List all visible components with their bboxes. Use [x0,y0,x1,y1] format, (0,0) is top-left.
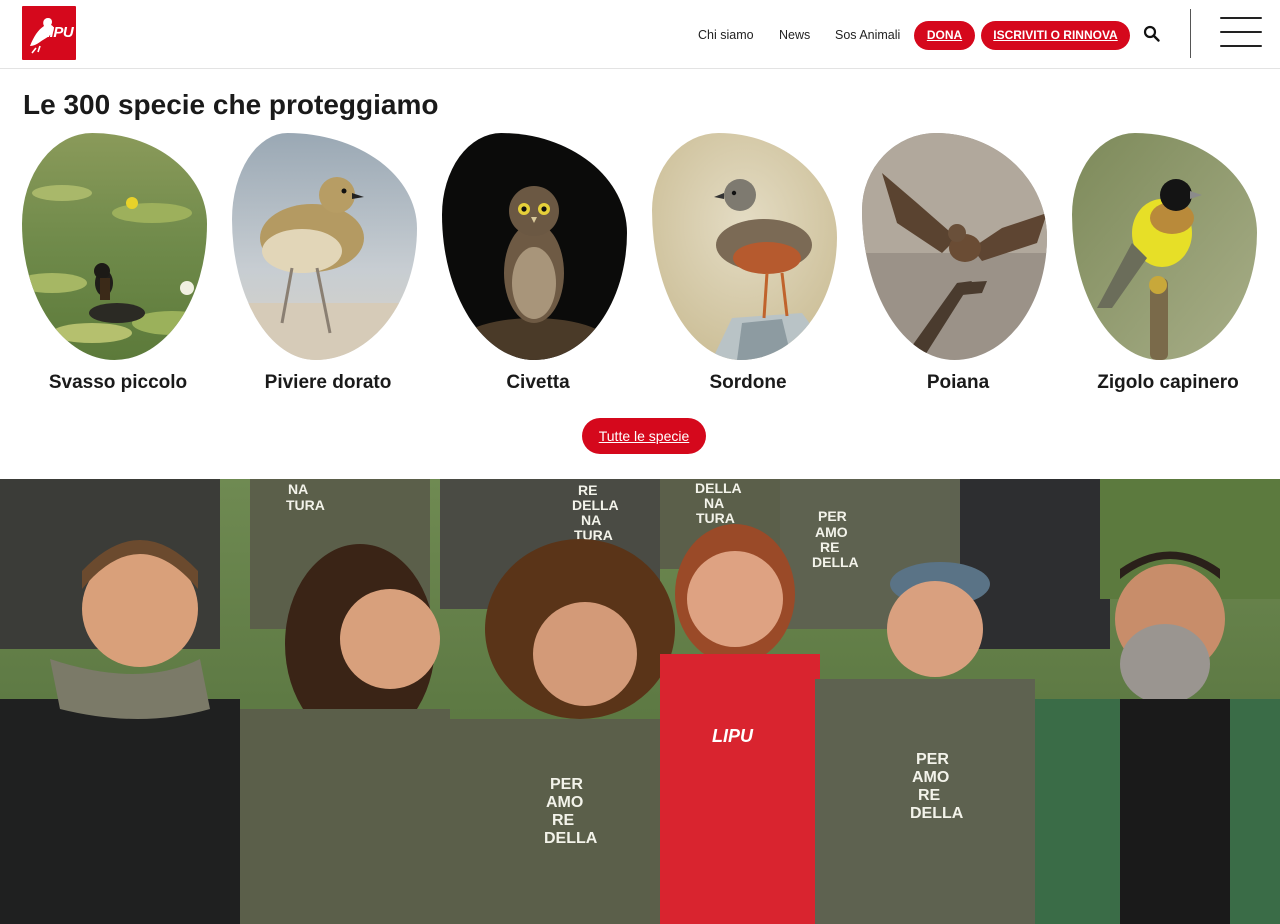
species-name: Zigolo capinero [1097,372,1239,393]
nav-sos-animali[interactable]: Sos Animali [835,28,900,42]
tutte-le-specie-button[interactable]: Tutte le specie [582,418,706,454]
species-name: Sordone [709,372,787,393]
little-grebe-photo [22,133,207,360]
alpine-accentor-photo [652,133,837,360]
header-divider [1190,9,1191,58]
shirt-text: PER [550,776,583,793]
shirt-text: RE [578,482,597,498]
shirt-text: DELLA [812,554,859,570]
species-card-zigolo-capinero[interactable]: Zigolo capinero [1072,133,1280,403]
shirt-text: DELLA [695,480,742,496]
shirt-text: AMO [912,769,949,786]
iscriviti-rinnova-button[interactable]: ISCRIVITI O RINNOVA [981,21,1130,50]
species-photo [1072,133,1257,360]
species-photo [232,133,417,360]
species-card-piviere-dorato[interactable]: Piviere dorato [232,133,442,403]
shirt-text: AMO [546,794,583,811]
search-icon [1143,25,1160,42]
hamburger-menu-icon[interactable] [1220,17,1262,49]
shirt-text: NA [288,481,308,497]
species-name: Svasso piccolo [48,372,188,393]
shirt-text: RE [820,539,839,555]
shirt-text: AMO [815,524,848,540]
shirt-text: DELLA [572,497,619,513]
species-photo [652,133,837,360]
nav-news[interactable]: News [779,28,810,42]
species-photo [22,133,207,360]
volunteers-group-photo: NA TURA RE DELLA NA TURA DELLA NA TURA P… [0,479,1280,924]
species-name: Civetta [506,372,570,393]
site-header: LIPU Chi siamo News Sos Animali DONA ISC… [0,0,1280,69]
section-title: Le 300 specie che proteggiamo [23,89,439,120]
species-card-civetta[interactable]: Civetta [442,133,652,403]
species-card-sordone[interactable]: Sordone [652,133,862,403]
shirt-text: RE [918,787,941,804]
black-headed-bunting-photo [1072,133,1257,360]
nav-chi-siamo[interactable]: Chi siamo [698,28,754,42]
volunteers-illustration: NA TURA RE DELLA NA TURA DELLA NA TURA P… [0,479,1280,924]
shirt-text: NA [704,495,724,511]
search-button[interactable] [1143,25,1161,43]
shirt-text: DELLA [544,830,598,847]
species-card-poiana[interactable]: Poiana [862,133,1072,403]
shirt-text: PER [818,508,847,524]
lipu-logo[interactable]: LIPU [22,6,76,60]
species-photo [862,133,1047,360]
little-owl-photo [442,133,627,360]
species-name: Poiana [926,372,990,393]
species-photo [442,133,627,360]
shirt-logo-text: LIPU [712,726,754,746]
shirt-text: DELLA [910,805,964,822]
logo-text: LIPU [41,24,74,41]
shirt-text: TURA [696,510,735,526]
shirt-text: TURA [286,497,325,513]
shirt-text: RE [552,812,575,829]
buzzard-photo [862,133,1047,360]
species-name: Piviere dorato [264,372,392,393]
golden-plover-photo [232,133,417,360]
shirt-text: PER [916,751,949,768]
dona-button[interactable]: DONA [914,21,975,50]
shirt-text: NA [581,512,601,528]
species-card-svasso-piccolo[interactable]: Svasso piccolo [22,133,232,403]
